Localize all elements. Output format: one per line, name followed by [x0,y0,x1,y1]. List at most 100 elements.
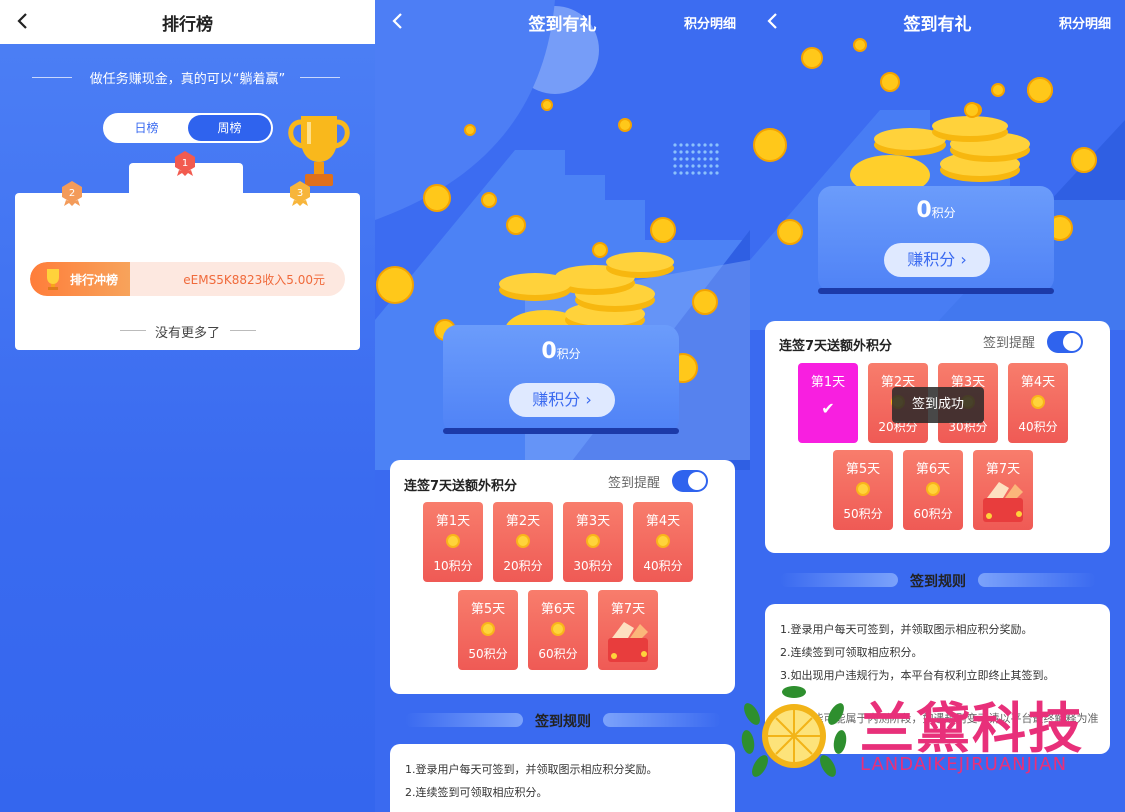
tab-weekly[interactable]: 周榜 [188,115,271,141]
rule-title-bar [405,713,523,727]
earn-points-button[interactable]: 赚积分 › [884,243,990,277]
watermark-title: 兰黛科技 [860,697,1084,760]
tab-daily[interactable]: 日榜 [105,115,188,141]
remind-label: 签到提醒 [983,336,1036,351]
points-detail-link[interactable]: 积分明细 [684,13,736,32]
day-points: 50积分 [468,647,508,661]
streak-title: 连签7天送额外积分 [779,339,893,354]
day-label: 第5天 [845,462,881,477]
lemon-logo-icon [741,686,847,777]
toggle-knob [688,472,706,490]
day-card-1[interactable]: 第1天 10积分 [423,502,483,582]
page-title: 排行榜 [162,15,213,35]
rank-2-badge-icon: 2 [62,181,82,206]
coin-icon [926,482,940,496]
check-icon: ✔ [821,399,835,418]
gift-box-icon [983,482,1023,522]
points-detail-link[interactable]: 积分明细 [1059,13,1111,32]
day-card-4[interactable]: 第4天 40积分 [633,502,693,582]
wallet-shadow [443,428,679,434]
day-label: 第6天 [540,602,576,617]
day-card-2[interactable]: 第2天 20积分 [493,502,553,582]
day-label: 第7天 [610,602,646,617]
day-label: 第4天 [645,514,681,529]
day-label: 第7天 [985,462,1021,477]
divider [300,77,340,78]
rank-label: 排行冲榜 [70,273,119,287]
coin-icon [481,622,495,636]
remind-toggle[interactable] [1047,331,1083,353]
remind-label: 签到提醒 [608,476,661,491]
coin-icon [856,482,870,496]
coin-icon [516,534,530,548]
coin-icon [1031,395,1045,409]
small-trophy-icon [47,269,59,290]
day-label: 第6天 [915,462,951,477]
day-points: 40积分 [1018,420,1058,434]
day-card-4[interactable]: 第4天 40积分 [1008,363,1068,443]
signin-header: 签到有礼 积分明细 [750,0,1125,44]
points-value: 0 [541,339,557,364]
divider [230,330,256,331]
day-points: 60积分 [913,507,953,521]
day-card-1-checked[interactable]: 第1天 ✔ [798,363,858,443]
points-unit: 积分 [556,347,581,361]
day-points: 40积分 [643,559,683,573]
day-card-5[interactable]: 第5天 50积分 [458,590,518,670]
day-card-6[interactable]: 第6天 60积分 [528,590,588,670]
rule-1: 1.登录用户每天可签到，并领取图示相应积分奖励。 [405,763,658,776]
day-label: 第4天 [1020,375,1056,390]
remind-toggle[interactable] [672,470,708,492]
coin-icon [446,534,460,548]
toggle-knob [1063,333,1081,351]
signin-header: 签到有礼 积分明细 [375,0,750,44]
day-points: 30积分 [573,559,613,573]
no-more-text: 没有更多了 [154,326,220,341]
day-points: 20积分 [503,559,543,573]
gift-box-icon [608,622,648,662]
rule-title-bar [603,713,721,727]
period-tabs: 日榜 周榜 [103,113,273,143]
rule-1: 1.登录用户每天可签到，并领取图示相应积分奖励。 [780,623,1033,636]
day-card-7[interactable]: 第7天 [973,450,1033,530]
rank-user-income: eEMS5K8823收入5.00元 [183,273,325,287]
day-card-7[interactable]: 第7天 [598,590,658,670]
earn-label: 赚积分 [532,390,581,409]
leaderboard-screen: 排行榜 做任务赚现金，真的可以“躺着赢” 日榜 周榜 1 2 3 排行冲榜 eE… [0,0,375,812]
rules-title: 签到规则 [535,714,591,730]
day-card-5[interactable]: 第5天 50积分 [833,450,893,530]
day-card-6[interactable]: 第6天 60积分 [903,450,963,530]
rank-3-badge-icon: 3 [290,181,310,206]
rule-3: 3.如出现用户违规行为，本平台有权利立即终止其签到。 [780,669,1055,682]
coin-icon [551,622,565,636]
leaderboard-header: 排行榜 [0,0,375,44]
rule-title-bar [780,573,898,587]
rule-2: 2.连续签到可领取相应积分。 [780,646,923,659]
day-points: 50积分 [843,507,883,521]
day-label: 第1天 [810,375,846,390]
earn-label: 赚积分 [907,250,956,269]
rule-2: 2.连续签到可领取相应积分。 [405,786,548,799]
rank-3-label: 3 [297,188,303,199]
rank-2-label: 2 [69,188,75,199]
rules-title: 签到规则 [910,574,966,590]
day-label: 第3天 [575,514,611,529]
points-value: 0 [916,198,932,223]
wallet-shadow [818,288,1054,294]
streak-title: 连签7天送额外积分 [404,479,518,494]
coin-icon [656,534,670,548]
rule-title-bar [978,573,1096,587]
sign-success-toast: 签到成功 [892,387,984,423]
points-balance: 0积分 [443,339,679,364]
earn-points-button[interactable]: 赚积分 › [509,383,615,417]
streak-card: 连签7天送额外积分 签到提醒 第1天 10积分 第2天 20积分 第3天 30积分 第… [390,460,735,694]
day-label: 第2天 [505,514,541,529]
rank-1-badge-icon: 1 [175,151,195,176]
watermark-subtitle: LANDAIKEJIRUANJIAN [860,754,1068,775]
day-card-3[interactable]: 第3天 30积分 [563,502,623,582]
streak-card: 连签7天送额外积分 签到提醒 第1天 ✔ 第2天 20积分 第3天 30积分 第4天 4… [765,321,1110,553]
rank-entry[interactable]: 排行冲榜 eEMS5K8823收入5.00元 [30,262,345,296]
signin-screen: 签到有礼 积分明细 0积分 赚积分 › 连签7天送额外积分 签到提醒 第1天 10… [375,0,750,812]
day-points: 60积分 [538,647,578,661]
watermark: 兰黛科技 LANDAIKEJIRUANJIAN [740,684,1125,812]
